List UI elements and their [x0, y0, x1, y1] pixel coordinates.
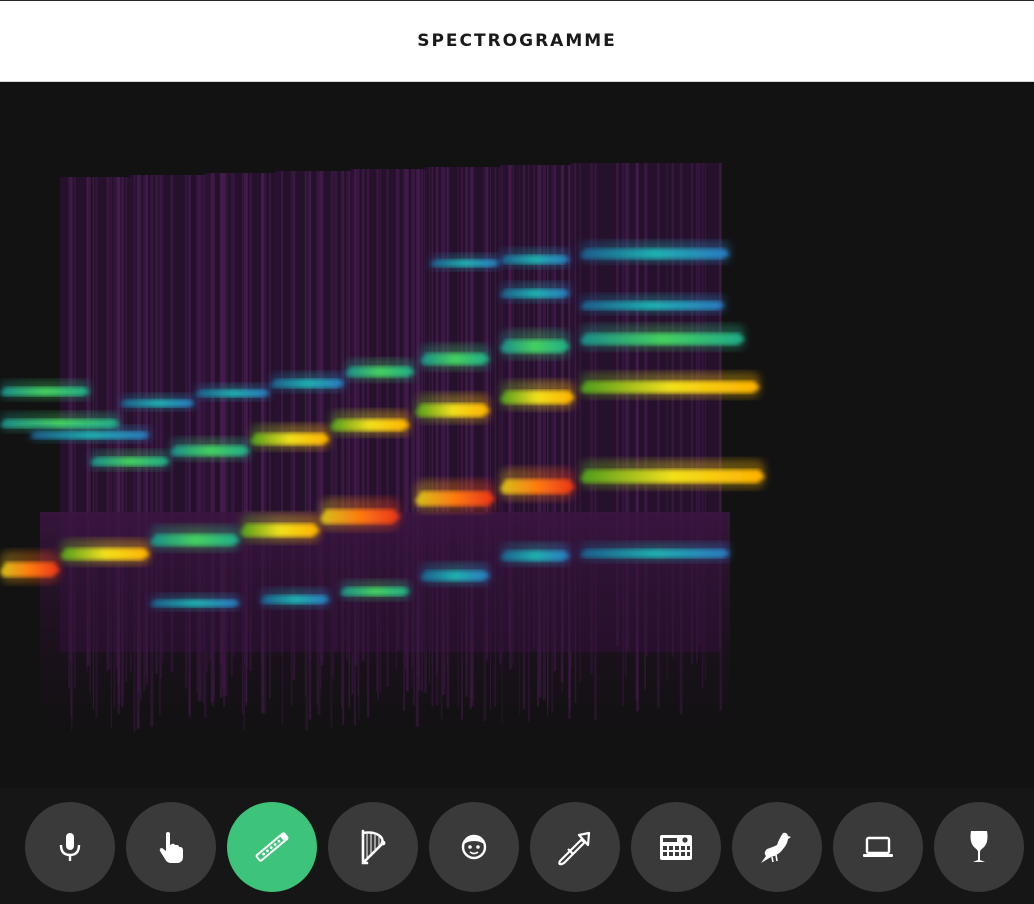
spectro-band — [500, 391, 575, 405]
bird-icon — [757, 827, 797, 867]
bird-button[interactable] — [732, 802, 822, 892]
laptop-button[interactable] — [833, 802, 923, 892]
instrument-toolbar — [0, 788, 1034, 904]
spectro-band — [500, 289, 570, 298]
spectro-band — [415, 491, 495, 506]
face-icon — [454, 827, 494, 867]
wine-glass-button[interactable] — [934, 802, 1024, 892]
spectro-band — [420, 571, 490, 582]
spectro-band — [330, 419, 410, 431]
spectro-band — [0, 387, 90, 396]
spectro-band — [270, 379, 345, 388]
laptop-icon — [858, 827, 898, 867]
spectro-band — [430, 260, 500, 268]
spectro-band — [90, 457, 170, 466]
spectro-band — [120, 400, 195, 408]
flute-icon — [252, 827, 292, 867]
spectro-band — [580, 333, 745, 345]
microphone-button[interactable] — [25, 802, 115, 892]
spectro-band — [580, 381, 760, 393]
touch-button[interactable] — [126, 802, 216, 892]
spectro-band — [500, 479, 575, 494]
spectro-band — [195, 390, 270, 398]
hand-pointer-icon — [151, 827, 191, 867]
spectro-band — [415, 404, 490, 418]
spectrogram-view[interactable] — [0, 82, 1034, 788]
spectro-band — [0, 562, 60, 577]
spectro-band — [580, 549, 730, 558]
spectro-band — [340, 587, 410, 596]
microphone-icon — [50, 827, 90, 867]
spectro-band — [580, 470, 765, 484]
spectro-band — [260, 595, 330, 604]
voice-button[interactable] — [429, 802, 519, 892]
spectro-band — [150, 600, 240, 608]
spectrogram-canvas — [0, 82, 1034, 788]
trombone-button[interactable] — [530, 802, 620, 892]
drum-machine-button[interactable] — [631, 802, 721, 892]
trombone-icon — [555, 827, 595, 867]
spectro-band — [30, 432, 150, 440]
spectro-band — [150, 534, 240, 546]
spectro-band — [320, 509, 400, 524]
spectro-band — [500, 551, 570, 562]
spectro-band — [420, 353, 490, 365]
spectro-band — [500, 255, 570, 264]
spectro-band — [500, 340, 570, 354]
spectrogram-app: SPECTROGRAMME — [0, 0, 1034, 904]
spectro-band — [170, 446, 250, 457]
flute-button[interactable] — [227, 802, 317, 892]
spectro-band — [250, 433, 330, 445]
harp-icon — [353, 827, 393, 867]
spectro-band — [345, 367, 415, 378]
spectro-band — [240, 524, 320, 538]
spectro-band — [580, 301, 725, 310]
harp-button[interactable] — [328, 802, 418, 892]
header: SPECTROGRAMME — [0, 0, 1034, 82]
drum-machine-icon — [656, 827, 696, 867]
spectro-band — [60, 548, 150, 560]
wine-glass-icon — [959, 827, 999, 867]
spectro-band — [580, 249, 730, 260]
page-title: SPECTROGRAMME — [0, 31, 1034, 51]
